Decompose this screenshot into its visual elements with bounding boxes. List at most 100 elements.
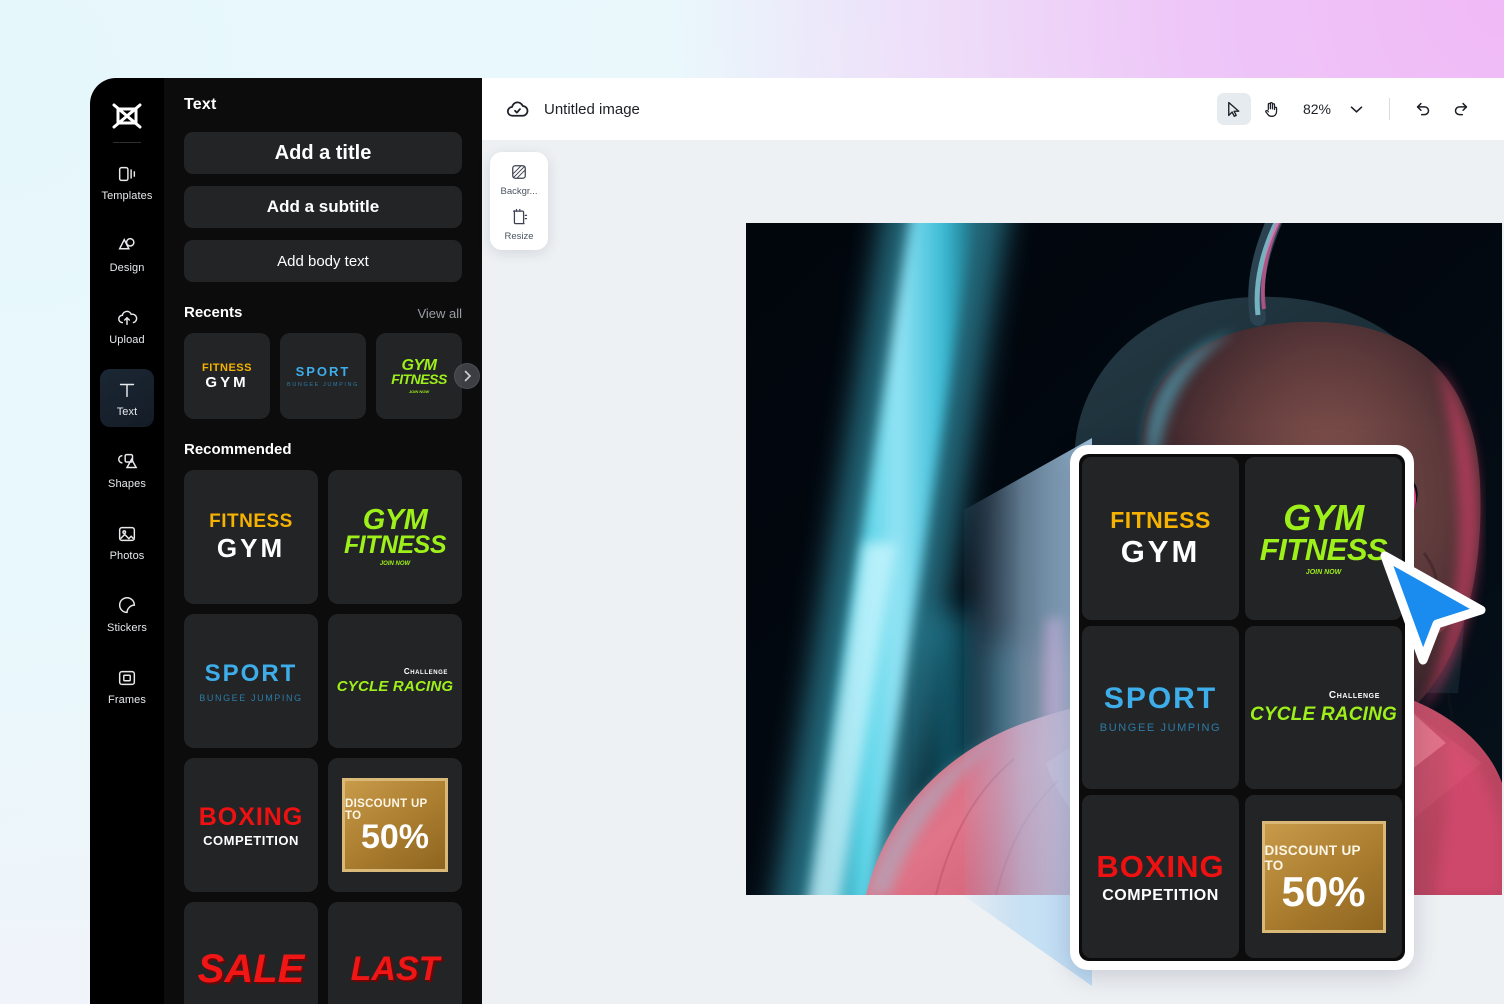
background-tool-button[interactable]: Backgr... <box>490 162 548 197</box>
template-card-discount[interactable]: DISCOUNT UP TO 50% <box>328 758 462 892</box>
main-editor-area: Untitled image 82% Backgr... Resize FITN… <box>482 78 1504 1004</box>
template-card-sale[interactable]: SALE <box>184 902 318 1004</box>
text-panel: Text Add a title Add a subtitle Add body… <box>164 78 482 1004</box>
template-card-last[interactable]: LAST <box>328 902 462 1004</box>
template-line-2: CYCLE RACING <box>336 678 454 695</box>
recents-next-button[interactable] <box>454 363 480 389</box>
shapes-icon <box>116 451 138 473</box>
template-card-sport[interactable]: SPORT BUNGEE JUMPING <box>184 614 318 748</box>
template-line-1: BOXING <box>1096 848 1225 884</box>
popup-template-boxing[interactable]: BOXING COMPETITION <box>1082 795 1239 958</box>
template-line-2: GYM <box>205 373 249 391</box>
recents-heading: Recents <box>184 304 243 321</box>
sidebar-item-frames[interactable]: Frames <box>100 657 154 715</box>
design-icon <box>116 235 138 257</box>
template-line-2: 50% <box>1281 867 1366 915</box>
template-line-1: SPORT <box>204 659 298 687</box>
template-line-2: FITNESS <box>343 531 447 560</box>
canvas-tool-label: Backgr... <box>500 186 538 197</box>
hand-pan-icon <box>1265 101 1278 117</box>
template-line-2: BUNGEE JUMPING <box>287 382 359 388</box>
panel-title: Text <box>184 96 217 113</box>
view-all-link[interactable]: View all <box>417 306 462 321</box>
popup-template-gym-fitness[interactable]: GYM FITNESS JOIN NOW <box>1245 457 1402 620</box>
toolbar-right-group: 82% <box>1216 93 1478 125</box>
template-line-2: BUNGEE JUMPING <box>1099 721 1222 734</box>
recommended-heading: Recommended <box>184 441 292 458</box>
template-line-1: GYM <box>362 503 428 536</box>
template-card-fitness-gym[interactable]: FITNESS GYM <box>184 470 318 604</box>
template-line-2: FITNESS <box>391 371 447 388</box>
popup-template-fitness-gym[interactable]: FITNESS GYM <box>1082 457 1239 620</box>
sidebar-item-stickers[interactable]: Stickers <box>100 585 154 643</box>
sidebar-item-design[interactable]: Design <box>100 225 154 283</box>
cloud-saved-icon[interactable] <box>504 96 530 122</box>
recommended-section-header: Recommended <box>184 441 462 458</box>
template-line-1: SPORT <box>295 364 351 379</box>
template-line-2: CYCLE RACING <box>1249 703 1397 725</box>
sidebar-item-photos[interactable]: Photos <box>100 513 154 571</box>
template-line-3: JOIN NOW <box>1305 568 1342 576</box>
undo-icon <box>1416 102 1430 116</box>
template-card-boxing[interactable]: BOXING COMPETITION <box>184 758 318 892</box>
document-title[interactable]: Untitled image <box>544 101 640 118</box>
zoom-dropdown-button[interactable] <box>1339 93 1373 125</box>
capcut-logo-icon[interactable] <box>105 94 149 138</box>
sidebar-item-shapes[interactable]: Shapes <box>100 441 154 499</box>
add-body-text-button[interactable]: Add body text <box>184 240 462 282</box>
chevron-right-icon <box>464 370 471 382</box>
recents-carousel: FITNESS GYM SPORT BUNGEE JUMPING GYM FIT… <box>184 333 480 419</box>
magnified-template-popup: FITNESS GYM GYM FITNESS JOIN NOW SPORT B… <box>1070 445 1414 970</box>
sidebar-item-text[interactable]: Text <box>100 369 154 427</box>
recent-template-sport[interactable]: SPORT BUNGEE JUMPING <box>280 333 366 419</box>
rail-divider <box>113 142 141 143</box>
recents-section-header: Recents View all <box>184 304 462 321</box>
template-line-2: BUNGEE JUMPING <box>199 692 303 703</box>
popup-template-discount[interactable]: DISCOUNT UP TO 50% <box>1245 795 1402 958</box>
sidebar-item-label: Templates <box>101 189 153 202</box>
template-line-1: SALE <box>197 946 305 991</box>
discount-badge: DISCOUNT UP TO 50% <box>1261 820 1386 933</box>
template-line-2: COMPETITION <box>203 832 299 848</box>
redo-icon <box>1454 102 1468 116</box>
sidebar-item-label: Upload <box>109 333 145 346</box>
popup-template-sport[interactable]: SPORT BUNGEE JUMPING <box>1082 626 1239 789</box>
background-icon <box>512 165 526 179</box>
sidebar-item-upload[interactable]: Upload <box>100 297 154 355</box>
stickers-icon <box>116 595 138 617</box>
template-card-cycle-racing[interactable]: Challenge CYCLE RACING <box>328 614 462 748</box>
discount-badge: DISCOUNT UP TO 50% <box>342 778 448 872</box>
add-a-subtitle-button[interactable]: Add a subtitle <box>184 186 462 228</box>
template-line-2: 50% <box>360 817 430 856</box>
template-card-gym-fitness[interactable]: GYM FITNESS JOIN NOW <box>328 470 462 604</box>
add-a-title-button[interactable]: Add a title <box>184 132 462 174</box>
templates-icon <box>116 163 138 185</box>
undo-button[interactable] <box>1406 93 1440 125</box>
template-line-1: BOXING <box>198 802 304 831</box>
canvas-tool-label: Resize <box>504 231 534 242</box>
resize-tool-button[interactable]: Resize <box>490 207 548 242</box>
template-line-1: GYM <box>1283 497 1364 539</box>
sidebar-item-label: Frames <box>108 693 146 706</box>
popup-template-cycle-racing[interactable]: Challenge CYCLE RACING <box>1245 626 1402 789</box>
recent-template-gym-fitness[interactable]: GYM FITNESS JOIN NOW <box>376 333 462 419</box>
magnified-template-grid: FITNESS GYM GYM FITNESS JOIN NOW SPORT B… <box>1079 454 1405 961</box>
resize-icon <box>512 208 528 225</box>
template-line-2: FITNESS <box>1259 532 1388 568</box>
template-line-1: LAST <box>350 949 440 988</box>
template-line-1: Challenge <box>403 667 448 676</box>
sidebar-item-label: Photos <box>109 549 145 562</box>
canvas-floating-toolbar: Backgr... Resize <box>490 152 548 250</box>
template-line-2: GYM <box>216 532 286 563</box>
hand-tool-button[interactable] <box>1255 93 1289 125</box>
top-toolbar: Untitled image 82% <box>482 78 1504 140</box>
left-sidebar-rail: Templates Design Upload Text Shapes Phot… <box>90 78 164 1004</box>
template-line-1: FITNESS <box>1110 507 1211 533</box>
select-tool-button[interactable] <box>1216 93 1251 125</box>
sidebar-item-templates[interactable]: Templates <box>100 153 154 211</box>
cursor-arrow-icon <box>1228 101 1240 117</box>
redo-button[interactable] <box>1444 93 1478 125</box>
sidebar-item-label: Shapes <box>108 477 146 490</box>
recent-template-fitness-gym[interactable]: FITNESS GYM <box>184 333 270 419</box>
zoom-level-value: 82% <box>1302 101 1331 117</box>
